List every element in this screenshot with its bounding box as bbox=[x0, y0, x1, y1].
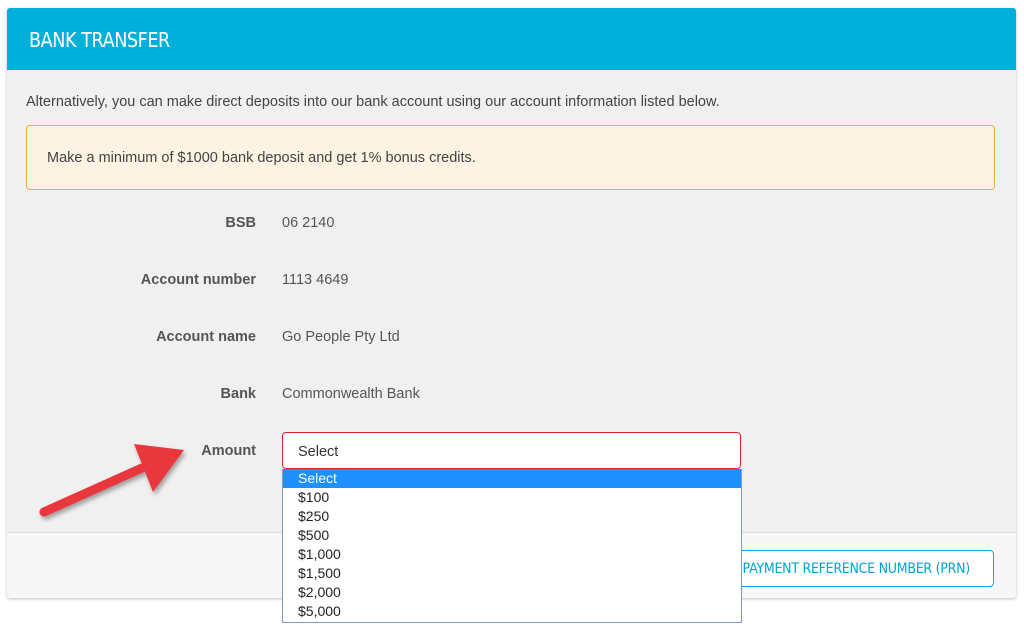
bank-value: Commonwealth Bank bbox=[282, 386, 420, 402]
bonus-alert: Make a minimum of $1000 bank deposit and… bbox=[26, 125, 995, 190]
amount-option[interactable]: Select bbox=[283, 469, 741, 488]
amount-option[interactable]: $5,000 bbox=[283, 602, 741, 621]
amount-select[interactable]: Select bbox=[282, 432, 741, 469]
red-arrow-icon bbox=[39, 444, 184, 517]
alert-text: Make a minimum of $1000 bank deposit and… bbox=[47, 150, 476, 166]
bank-label: Bank bbox=[220, 386, 256, 402]
account-number-value: 1113 4649 bbox=[282, 272, 349, 288]
amount-option[interactable]: $500 bbox=[283, 526, 741, 545]
panel-title: BANK TRANSFER bbox=[29, 28, 170, 52]
amount-option[interactable]: $1,500 bbox=[283, 564, 741, 583]
bsb-label: BSB bbox=[225, 215, 256, 231]
get-prn-button-label: GET PAYMENT REFERENCE NUMBER (PRN) bbox=[714, 560, 971, 577]
amount-option[interactable]: $250 bbox=[283, 507, 741, 526]
account-number-label: Account number bbox=[140, 272, 256, 288]
amount-option[interactable]: $100 bbox=[283, 488, 741, 507]
amount-option[interactable]: $1,000 bbox=[283, 545, 741, 564]
panel-header: BANK TRANSFER bbox=[7, 8, 1016, 70]
amount-select-value: Select bbox=[298, 444, 339, 460]
amount-option[interactable]: $2,000 bbox=[283, 583, 741, 602]
intro-text: Alternatively, you can make direct depos… bbox=[26, 94, 720, 110]
account-name-value: Go People Pty Ltd bbox=[282, 329, 400, 345]
account-name-label: Account name bbox=[156, 329, 256, 345]
bsb-value: 06 2140 bbox=[282, 215, 335, 231]
amount-dropdown-list[interactable]: Select $100 $250 $500 $1,000 $1,500 $2,0… bbox=[282, 469, 742, 623]
